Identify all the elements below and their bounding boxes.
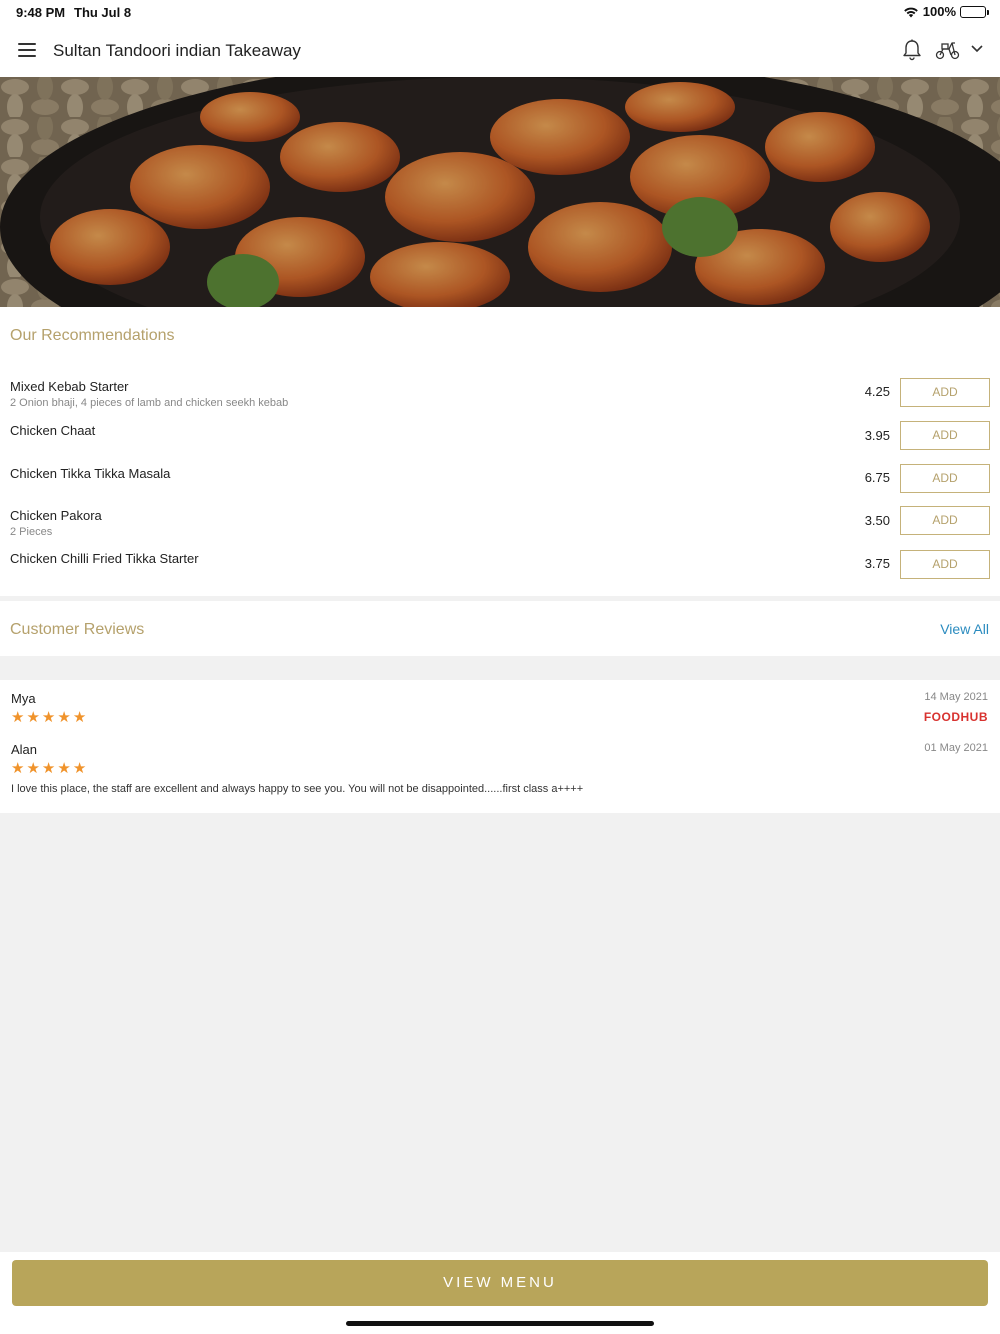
item-description: 2 Pieces (10, 526, 53, 538)
foodhub-logo: FOODHUB (923, 710, 988, 724)
item-name: Chicken Tikka Tikka Masala (10, 466, 171, 481)
item-name: Chicken Chilli Fried Tikka Starter (10, 551, 199, 566)
item-price: 3.50 (864, 513, 890, 528)
item-name: Mixed Kebab Starter (10, 379, 129, 394)
review-date: 01 May 2021 (924, 742, 988, 754)
review-text: I love this place, the staff are excelle… (11, 783, 584, 795)
bottom-bar: VIEW MENU (0, 1252, 1000, 1334)
item-price: 3.75 (864, 556, 890, 571)
prawn-dish-image (0, 77, 1000, 307)
item-description: 2 Onion bhaji, 4 pieces of lamb and chic… (10, 397, 289, 409)
hamburger-menu-icon[interactable] (18, 43, 36, 57)
star-icon: ★ (72, 709, 87, 726)
add-button[interactable]: ADD (900, 550, 990, 579)
reviews-list: Mya 14 May 2021 ★ ★ ★ ★ ★ FOODHUB Alan 0… (0, 680, 1000, 813)
recommendation-item: Chicken Chaat 3.95 ADD (0, 421, 1000, 463)
star-rating: ★ ★ ★ ★ ★ (11, 761, 86, 776)
reviewer-name: Mya (11, 691, 36, 706)
app-header: Sultan Tandoori indian Takeaway (0, 24, 1000, 77)
recommendations-title: Our Recommendations (10, 327, 175, 344)
star-icon: ★ (26, 760, 40, 777)
add-button[interactable]: ADD (900, 506, 990, 535)
battery-icon (960, 5, 989, 18)
chevron-down-icon[interactable] (970, 44, 984, 54)
add-button[interactable]: ADD (900, 464, 990, 493)
view-all-link[interactable]: View All (940, 621, 989, 637)
status-right: 100% (903, 4, 989, 19)
star-icon: ★ (11, 760, 25, 777)
star-icon: ★ (72, 760, 87, 777)
view-menu-button[interactable]: VIEW MENU (12, 1260, 988, 1306)
star-icon: ★ (26, 709, 40, 726)
status-bar: 9:48 PM Thu Jul 8 100% (0, 0, 1000, 24)
recommendation-item: Chicken Tikka Tikka Masala 6.75 ADD (0, 464, 1000, 506)
status-time: 9:48 PM (16, 5, 66, 20)
item-name: Chicken Pakora (10, 508, 102, 523)
recommendations-section: Our Recommendations Mixed Kebab Starter … (0, 307, 1000, 596)
reviews-header: Customer Reviews View All (0, 601, 1000, 656)
recommendation-item: Chicken Chilli Fried Tikka Starter 3.75 … (0, 550, 1000, 591)
star-icon: ★ (57, 709, 71, 726)
recommendation-item: Mixed Kebab Starter 2 Onion bhaji, 4 pie… (0, 378, 1000, 419)
item-price: 3.95 (864, 428, 890, 443)
star-rating: ★ ★ ★ ★ ★ (11, 710, 86, 725)
item-name: Chicken Chaat (10, 423, 96, 438)
recommendation-item: Chicken Pakora 2 Pieces 3.50 ADD (0, 506, 1000, 548)
star-icon: ★ (57, 760, 71, 777)
item-price: 4.25 (864, 384, 890, 399)
bell-icon[interactable] (902, 39, 922, 61)
star-icon: ★ (41, 709, 56, 726)
delivery-scooter-icon[interactable] (935, 40, 961, 60)
review-date: 14 May 2021 (924, 691, 988, 703)
add-button[interactable]: ADD (900, 421, 990, 450)
status-date: Thu Jul 8 (74, 5, 132, 20)
wifi-icon (903, 7, 918, 17)
reviews-title: Customer Reviews (10, 621, 145, 638)
item-price: 6.75 (864, 470, 890, 485)
hero-food-image (0, 77, 1000, 307)
home-indicator[interactable] (346, 1321, 654, 1326)
star-icon: ★ (41, 760, 56, 777)
reviewer-name: Alan (11, 742, 38, 757)
add-button[interactable]: ADD (900, 378, 990, 407)
restaurant-title: Sultan Tandoori indian Takeaway (53, 41, 301, 60)
star-icon: ★ (11, 709, 25, 726)
battery-percent: 100% (922, 4, 956, 19)
